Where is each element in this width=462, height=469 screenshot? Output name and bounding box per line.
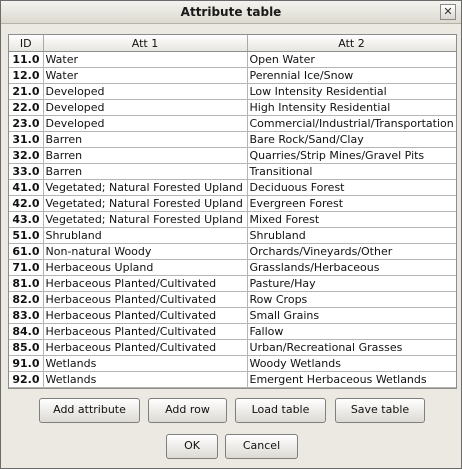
cell-id[interactable]: 11.0 (9, 51, 44, 68)
cell-id[interactable]: 91.0 (9, 355, 44, 372)
cell-att1[interactable]: Developed (43, 115, 248, 132)
cell-att1[interactable]: Barren (43, 163, 248, 180)
cell-id[interactable]: 84.0 (9, 323, 44, 340)
add-attribute-button[interactable]: Add attribute (39, 398, 140, 423)
cell-id[interactable]: 83.0 (9, 307, 44, 324)
cell-att1[interactable]: Herbaceous Planted/Cultivated (43, 339, 248, 356)
load-table-button[interactable]: Load table (235, 398, 326, 423)
cell-att2[interactable]: Open Water (247, 51, 456, 68)
cell-att1[interactable]: Shrubland (43, 227, 248, 244)
close-icon[interactable]: ✕ (440, 4, 456, 20)
table-row[interactable]: 51.0 Shrubland Shrubland (9, 227, 456, 244)
table-row[interactable]: 82.0 Herbaceous Planted/Cultivated Row Cro… (9, 291, 456, 308)
cell-att1[interactable]: Water (43, 51, 248, 68)
cell-att1[interactable]: Developed (43, 83, 248, 100)
column-header-att2[interactable]: Att 2 (247, 35, 456, 52)
cell-att2[interactable]: Quarries/Strip Mines/Gravel Pits (247, 147, 456, 164)
cell-id[interactable]: 33.0 (9, 163, 44, 180)
cell-att2[interactable]: Urban/Recreational Grasses (247, 339, 456, 356)
table-row[interactable]: 43.0 Vegetated; Natural Forested Upland Mi… (9, 211, 456, 228)
cell-att1[interactable]: Herbaceous Planted/Cultivated (43, 291, 248, 308)
table-row[interactable]: 83.0 Herbaceous Planted/Cultivated Small G… (9, 307, 456, 324)
cell-att1[interactable]: Non-natural Woody (43, 243, 248, 260)
cell-id[interactable]: 85.0 (9, 339, 44, 356)
cell-att2[interactable]: Row Crops (247, 291, 456, 308)
cell-id[interactable]: 81.0 (9, 275, 44, 292)
table-row[interactable]: 91.0 Wetlands Woody Wetlands (9, 355, 456, 372)
cell-att1[interactable]: Wetlands (43, 355, 248, 372)
cell-att2[interactable]: Grasslands/Herbaceous (247, 259, 456, 276)
table-row[interactable]: 42.0 Vegetated; Natural Forested Upland Ev… (9, 195, 456, 212)
table-row[interactable]: 31.0 Barren Bare Rock/Sand/Clay (9, 131, 456, 148)
cell-att1[interactable]: Herbaceous Planted/Cultivated (43, 307, 248, 324)
cell-att2[interactable]: Deciduous Forest (247, 179, 456, 196)
dialog-title: Attribute table (180, 5, 282, 19)
cell-att1[interactable]: Herbaceous Planted/Cultivated (43, 323, 248, 340)
column-header-att1[interactable]: Att 1 (43, 35, 248, 52)
table-row[interactable]: 71.0 Herbaceous Upland Grasslands/Herbaceo… (9, 259, 456, 276)
cell-id[interactable]: 22.0 (9, 99, 44, 116)
table-row[interactable]: 32.0 Barren Quarries/Strip Mines/Gravel Pi… (9, 147, 456, 164)
table-row[interactable]: 85.0 Herbaceous Planted/Cultivated Urban/R… (9, 339, 456, 356)
cell-att2[interactable]: Perennial Ice/Snow (247, 67, 456, 84)
cell-att2[interactable]: Small Grains (247, 307, 456, 324)
cell-att2[interactable]: Mixed Forest (247, 211, 456, 228)
table-row[interactable]: 84.0 Herbaceous Planted/Cultivated Fallow (9, 323, 456, 340)
cell-id[interactable]: 21.0 (9, 83, 44, 100)
cell-id[interactable]: 51.0 (9, 227, 44, 244)
cell-id[interactable]: 23.0 (9, 115, 44, 132)
cell-id[interactable]: 71.0 (9, 259, 44, 276)
cell-id[interactable]: 12.0 (9, 67, 44, 84)
ok-button[interactable]: OK (166, 434, 218, 459)
table-row[interactable]: 21.0 Developed Low Intensity Residential (9, 83, 456, 100)
cell-att2[interactable]: Evergreen Forest (247, 195, 456, 212)
table-row[interactable]: 41.0 Vegetated; Natural Forested Upland De… (9, 179, 456, 196)
table-row[interactable]: 92.0 Wetlands Emergent Herbaceous Wetlands (9, 371, 456, 388)
cell-att2[interactable]: Bare Rock/Sand/Clay (247, 131, 456, 148)
column-header-id[interactable]: ID (9, 35, 44, 52)
cell-id[interactable]: 32.0 (9, 147, 44, 164)
cell-id[interactable]: 61.0 (9, 243, 44, 260)
table-row[interactable]: 61.0 Non-natural Woody Orchards/Vineyards/… (9, 243, 456, 260)
cell-att2[interactable]: Low Intensity Residential (247, 83, 456, 100)
table-row[interactable]: 22.0 Developed High Intensity Residential (9, 99, 456, 116)
table-row[interactable]: 81.0 Herbaceous Planted/Cultivated Pasture… (9, 275, 456, 292)
table-row[interactable]: 11.0 Water Open Water (9, 51, 456, 68)
cell-att1[interactable]: Wetlands (43, 371, 248, 388)
attribute-table: ID Att 1 Att 2 11.0 Water Open Water 12.0 Wa… (8, 34, 457, 389)
cell-att2[interactable]: Transitional (247, 163, 456, 180)
cell-att1[interactable]: Vegetated; Natural Forested Upland (43, 179, 248, 196)
save-table-button[interactable]: Save table (335, 398, 425, 423)
cell-att2[interactable]: Emergent Herbaceous Wetlands (247, 371, 456, 388)
cell-att1[interactable]: Herbaceous Upland (43, 259, 248, 276)
cell-att1[interactable]: Barren (43, 147, 248, 164)
cell-att1[interactable]: Herbaceous Planted/Cultivated (43, 275, 248, 292)
attribute-table-dialog: Attribute table ✕ ID Att 1 Att 2 11.0 Wat… (0, 0, 462, 469)
add-row-button[interactable]: Add row (148, 398, 227, 423)
title-bar[interactable]: Attribute table ✕ (1, 1, 461, 24)
table-row[interactable]: 33.0 Barren Transitional (9, 163, 456, 180)
cell-att2[interactable]: High Intensity Residential (247, 99, 456, 116)
cell-id[interactable]: 31.0 (9, 131, 44, 148)
cell-id[interactable]: 92.0 (9, 371, 44, 388)
cell-att1[interactable]: Water (43, 67, 248, 84)
cell-att1[interactable]: Vegetated; Natural Forested Upland (43, 195, 248, 212)
cell-att2[interactable]: Fallow (247, 323, 456, 340)
cell-att2[interactable]: Shrubland (247, 227, 456, 244)
table-row[interactable]: 23.0 Developed Commercial/Industrial/Trans… (9, 115, 456, 132)
cell-att2[interactable]: Woody Wetlands (247, 355, 456, 372)
cell-att2[interactable]: Pasture/Hay (247, 275, 456, 292)
cell-id[interactable]: 43.0 (9, 211, 44, 228)
cell-id[interactable]: 41.0 (9, 179, 44, 196)
cell-att1[interactable]: Vegetated; Natural Forested Upland (43, 211, 248, 228)
cell-att1[interactable]: Barren (43, 131, 248, 148)
cell-att1[interactable]: Developed (43, 99, 248, 116)
table-row[interactable]: 12.0 Water Perennial Ice/Snow (9, 67, 456, 84)
cell-id[interactable]: 42.0 (9, 195, 44, 212)
cell-id[interactable]: 82.0 (9, 291, 44, 308)
cancel-button[interactable]: Cancel (225, 434, 298, 459)
table-header-row: ID Att 1 Att 2 (9, 35, 456, 52)
cell-att2[interactable]: Orchards/Vineyards/Other (247, 243, 456, 260)
cell-att2[interactable]: Commercial/Industrial/Transportation (247, 115, 456, 132)
